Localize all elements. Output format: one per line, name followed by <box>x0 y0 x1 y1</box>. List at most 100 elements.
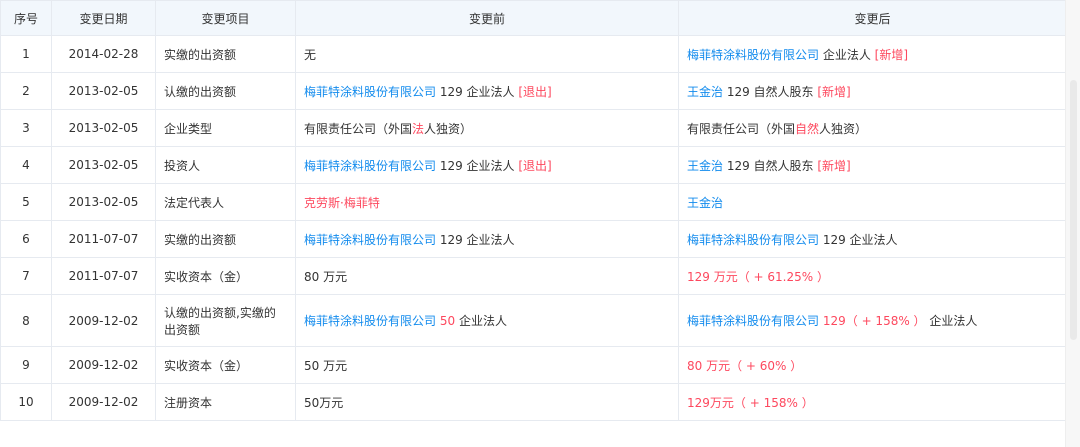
cell-change-item: 实收资本（金） <box>155 257 296 295</box>
entity-link[interactable]: 梅菲特涂料股份有限公司 <box>304 233 436 247</box>
text-segment: 129 自然人股东 <box>723 84 818 99</box>
text-segment: 企业法人 <box>455 314 507 328</box>
cell-index: 7 <box>0 257 52 295</box>
cell-change-item: 注册资本 <box>155 383 296 421</box>
highlight-text: [新增] <box>817 158 851 173</box>
text-segment: 人独资） <box>819 121 868 136</box>
cell-before: 梅菲特涂料股份有限公司 129 企业法人 [退出] <box>295 146 679 184</box>
cell-index: 3 <box>0 109 52 147</box>
text-segment: 50万元 <box>304 395 344 410</box>
cell-index: 8 <box>0 294 52 347</box>
entity-link[interactable]: 梅菲特涂料股份有限公司 <box>687 233 819 247</box>
table-row: 2 2013-02-05 认缴的出资额 梅菲特涂料股份有限公司 129 企业法人 [退… <box>0 72 1067 110</box>
entity-link[interactable]: 王金治 <box>687 85 723 99</box>
cell-change-date: 2013-02-05 <box>51 183 156 221</box>
cell-before: 有限责任公司（外国法人独资） <box>295 109 679 147</box>
cell-change-date: 2013-02-05 <box>51 72 156 110</box>
entity-link[interactable]: 梅菲特涂料股份有限公司 <box>304 159 436 173</box>
cell-before: 梅菲特涂料股份有限公司 50 企业法人 <box>295 294 679 347</box>
change-records-table: 序号 变更日期 变更项目 变更前 变更后 1 2014-02-28 实缴的出资额无梅… <box>0 0 1067 421</box>
text-segment: 企业法人 <box>819 47 875 62</box>
text-segment: 企业法人 <box>925 314 978 328</box>
cell-index: 2 <box>0 72 52 110</box>
cell-index: 1 <box>0 35 52 73</box>
cell-after: 王金治 129 自然人股东 [新增] <box>678 146 1067 184</box>
cell-before: 50万元 <box>295 383 679 421</box>
highlight-text: 50 <box>439 314 456 328</box>
vertical-scrollbar[interactable] <box>1065 0 1080 447</box>
cell-after: 梅菲特涂料股份有限公司 企业法人 [新增] <box>678 35 1067 73</box>
header-after: 变更后 <box>678 0 1067 36</box>
cell-before: 80 万元 <box>295 257 679 295</box>
table-row: 8 2009-12-02 认缴的出资额,实缴的出资额 梅菲特涂料股份有限公司 50 企… <box>0 294 1067 347</box>
entity-link[interactable]: 梅菲特涂料股份有限公司 <box>687 48 819 62</box>
table-header-row: 序号 变更日期 变更项目 变更前 变更后 <box>0 0 1067 36</box>
highlight-text: 129（ + 158% ） <box>822 314 926 328</box>
header-index: 序号 <box>0 0 52 36</box>
change-records-panel: 序号 变更日期 变更项目 变更前 变更后 1 2014-02-28 实缴的出资额无梅… <box>0 0 1067 447</box>
cell-after: 80 万元（ + 60% ） <box>678 346 1067 384</box>
header-change-date: 变更日期 <box>51 0 156 36</box>
header-change-item: 变更项目 <box>155 0 296 36</box>
scrollbar-thumb[interactable] <box>1070 80 1077 340</box>
highlight-text: 129万元（ + 158% ） <box>687 395 814 410</box>
table-body: 1 2014-02-28 实缴的出资额无梅菲特涂料股份有限公司 企业法人 [新增] 2… <box>0 35 1067 421</box>
cell-change-item: 法定代表人 <box>155 183 296 221</box>
cell-change-item: 认缴的出资额 <box>155 72 296 110</box>
table-row: 4 2013-02-05 投资人 梅菲特涂料股份有限公司 129 企业法人 [退出] 王… <box>0 146 1067 184</box>
cell-change-date: 2014-02-28 <box>51 35 156 73</box>
cell-before: 梅菲特涂料股份有限公司 129 企业法人 [退出] <box>295 72 679 110</box>
cell-index: 10 <box>0 383 52 421</box>
cell-change-item: 企业类型 <box>155 109 296 147</box>
cell-before: 无 <box>295 35 679 73</box>
text-segment: 80 万元 <box>304 269 348 284</box>
cell-after: 129万元（ + 158% ） <box>678 383 1067 421</box>
cell-change-item: 实缴的出资额 <box>155 220 296 258</box>
highlight-text: 法 <box>412 121 425 136</box>
highlight-text: [新增] <box>817 84 851 99</box>
entity-link[interactable]: 王金治 <box>687 159 723 173</box>
highlight-text: 克劳斯·梅菲特 <box>304 195 380 210</box>
cell-after: 王金治 129 自然人股东 [新增] <box>678 72 1067 110</box>
text-segment: 129 企业法人 <box>819 232 898 247</box>
entity-link[interactable]: 梅菲特涂料股份有限公司 <box>304 85 436 99</box>
cell-index: 9 <box>0 346 52 384</box>
table-row: 3 2013-02-05 企业类型 有限责任公司（外国法人独资） 有限责任公司（外国自然… <box>0 109 1067 147</box>
cell-change-item: 实收资本（金） <box>155 346 296 384</box>
cell-after: 王金治 <box>678 183 1067 221</box>
cell-change-date: 2009-12-02 <box>51 294 156 347</box>
highlight-text: [退出] <box>518 84 552 99</box>
cell-after: 有限责任公司（外国自然人独资） <box>678 109 1067 147</box>
table-row: 5 2013-02-05 法定代表人 克劳斯·梅菲特 王金治 <box>0 183 1067 221</box>
cell-before: 梅菲特涂料股份有限公司 129 企业法人 <box>295 220 679 258</box>
text-segment: 129 企业法人 <box>436 158 519 173</box>
highlight-text: [退出] <box>518 158 552 173</box>
cell-change-date: 2009-12-02 <box>51 346 156 384</box>
table-row: 6 2011-07-07 实缴的出资额 梅菲特涂料股份有限公司 129 企业法人 梅菲特… <box>0 220 1067 258</box>
highlight-text: 自然 <box>795 121 820 136</box>
cell-change-date: 2011-07-07 <box>51 257 156 295</box>
text-segment: 129 企业法人 <box>436 232 515 247</box>
entity-link[interactable]: 梅菲特涂料股份有限公司 <box>687 314 819 328</box>
entity-link[interactable]: 王金治 <box>687 196 723 210</box>
cell-after: 梅菲特涂料股份有限公司 129（ + 158% ） 企业法人 <box>678 294 1067 347</box>
cell-change-item: 投资人 <box>155 146 296 184</box>
cell-change-item: 实缴的出资额 <box>155 35 296 73</box>
text-segment: 人独资） <box>424 121 473 136</box>
cell-after: 129 万元（ + 61.25% ） <box>678 257 1067 295</box>
highlight-text: [新增] <box>874 47 909 62</box>
entity-link[interactable]: 梅菲特涂料股份有限公司 <box>304 314 436 328</box>
text-segment: 有限责任公司（外国 <box>304 121 413 136</box>
text-segment: 无 <box>304 47 317 62</box>
cell-after: 梅菲特涂料股份有限公司 129 企业法人 <box>678 220 1067 258</box>
cell-before: 克劳斯·梅菲特 <box>295 183 679 221</box>
highlight-text: 80 万元（ + 60% ） <box>687 358 803 373</box>
cell-index: 6 <box>0 220 52 258</box>
cell-index: 5 <box>0 183 52 221</box>
table-row: 10 2009-12-02 注册资本 50万元 129万元（ + 158% ） <box>0 383 1067 421</box>
table-row: 9 2009-12-02 实收资本（金） 50 万元 80 万元（ + 60% ） <box>0 346 1067 384</box>
cell-change-date: 2009-12-02 <box>51 383 156 421</box>
table-row: 7 2011-07-07 实收资本（金） 80 万元 129 万元（ + 61.25% … <box>0 257 1067 295</box>
cell-change-date: 2011-07-07 <box>51 220 156 258</box>
table-row: 1 2014-02-28 实缴的出资额无 梅菲特涂料股份有限公司 企业法人 [新增] <box>0 35 1067 73</box>
